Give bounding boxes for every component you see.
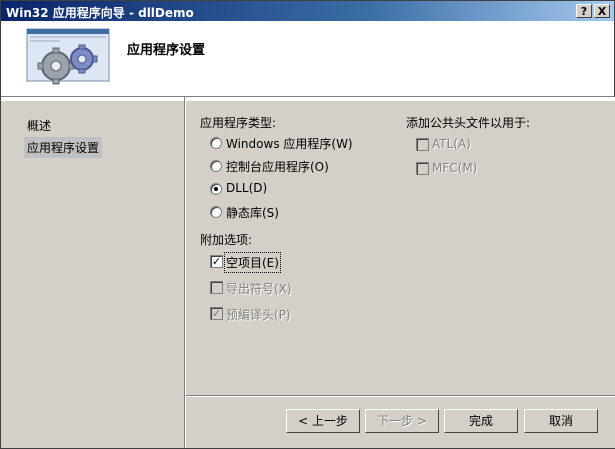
app-type-label: 应用程序类型:	[200, 116, 277, 130]
close-button[interactable]: X	[594, 4, 610, 18]
nav-item-overview[interactable]: 概述	[24, 115, 54, 136]
cancel-button[interactable]: 取消	[524, 409, 598, 433]
checkbox-box[interactable]	[210, 281, 223, 294]
nav-pane: 概述 应用程序设置	[1, 97, 185, 448]
radio-circle[interactable]	[210, 137, 222, 149]
radio-circle[interactable]	[210, 160, 222, 172]
radio-circle[interactable]	[210, 183, 222, 195]
radio-label: 控制台应用程序(O)	[226, 160, 329, 174]
checkbox-box[interactable]	[416, 138, 429, 151]
divider	[186, 395, 615, 397]
window-title: Win32 应用程序向导 - dllDemo	[6, 6, 194, 20]
extra-options-label: 附加选项:	[200, 233, 253, 247]
help-button[interactable]: ?	[576, 4, 592, 18]
header-banner: 应用程序设置	[1, 21, 614, 97]
wizard-gears-icon	[22, 26, 114, 89]
checkbox-label: ATL(A)	[432, 137, 471, 151]
checkbox-label: 预编译头(P)	[226, 308, 291, 322]
prev-button[interactable]: < 上一步	[286, 409, 360, 433]
wizard-window: Win32 应用程序向导 - dllDemo ? X 应用程序设置 概述 应用程…	[0, 0, 615, 449]
checkbox-label: 导出符号(X)	[226, 282, 292, 296]
nav-item-app-settings[interactable]: 应用程序设置	[24, 137, 103, 158]
radio-label: DLL(D)	[226, 181, 268, 195]
check-icon[interactable]: ✓	[210, 255, 223, 268]
next-button[interactable]: 下一步 >	[365, 409, 439, 433]
check-icon[interactable]: ✓	[210, 307, 223, 320]
radio-label: Windows 应用程序(W)	[226, 137, 353, 151]
radio-selected-dot	[214, 187, 218, 191]
common-headers-label: 添加公共头文件以用于:	[406, 116, 531, 130]
finish-button[interactable]: 完成	[444, 409, 518, 433]
divider	[186, 97, 615, 101]
radio-label: 静态库(S)	[226, 206, 279, 220]
radio-circle[interactable]	[210, 206, 222, 218]
settings-pane: 应用程序类型: Windows 应用程序(W) 控制台应用程序(O) DLL(D…	[185, 97, 615, 448]
checkbox-box[interactable]	[416, 162, 429, 175]
divider	[1, 97, 184, 101]
title-bar[interactable]: Win32 应用程序向导 - dllDemo ? X	[1, 1, 614, 21]
checkbox-label: 空项目(E)	[224, 252, 281, 273]
page-title: 应用程序设置	[127, 43, 206, 58]
checkbox-label: MFC(M)	[432, 161, 478, 175]
